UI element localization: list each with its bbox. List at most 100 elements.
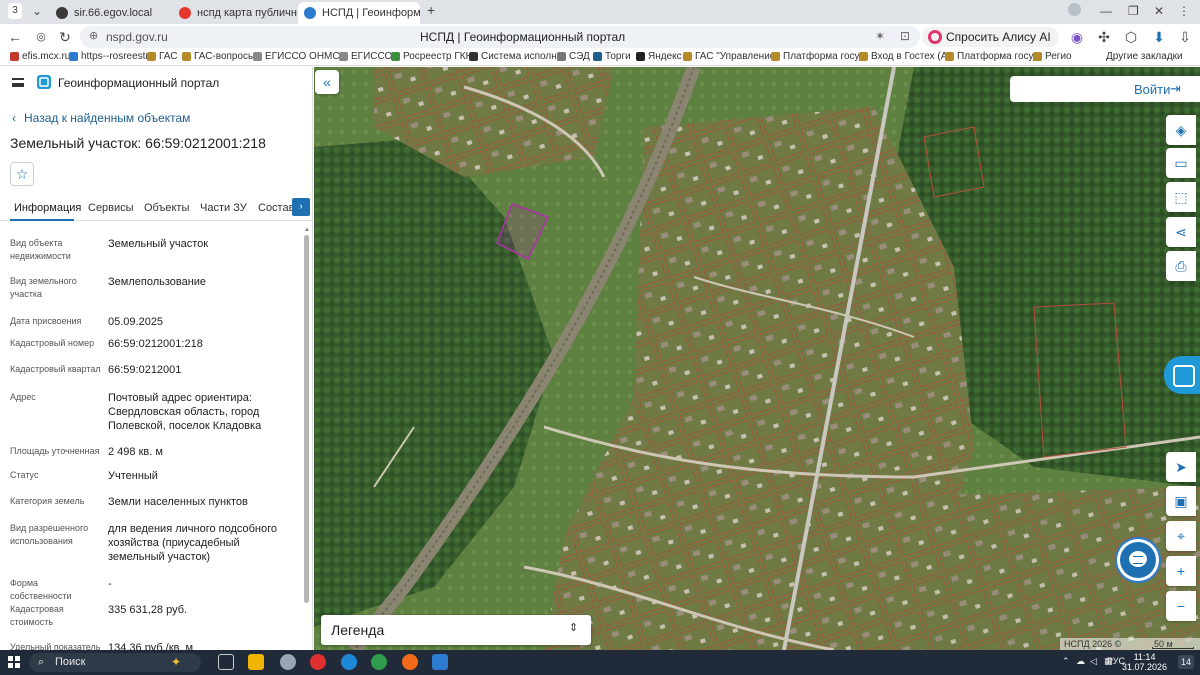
chat-assistant-button[interactable] — [1120, 542, 1156, 578]
legend-dropdown[interactable]: Легенда ⇕ — [321, 615, 591, 645]
mic-icon[interactable]: ✶ — [875, 29, 885, 43]
scale-line — [1152, 647, 1194, 649]
profile-icon[interactable] — [1068, 3, 1081, 16]
bookmark-favicon-icon — [636, 52, 645, 61]
property-label: Кадастровая стоимость — [10, 604, 64, 627]
extension-icon[interactable]: ◉ — [1068, 28, 1086, 46]
measure-button[interactable]: ▭ — [1166, 148, 1196, 178]
file-explorer-icon[interactable] — [248, 654, 264, 670]
system-clock[interactable]: 11:14 31.07.2026 — [1122, 652, 1167, 672]
bookmark-item[interactable]: efis.mcx.ru — [10, 51, 70, 62]
app-window-icon[interactable] — [432, 654, 448, 670]
bookmark-item[interactable]: Платформа госуд — [771, 51, 865, 62]
tab-services[interactable]: Сервисы — [88, 202, 134, 214]
tray-chevron-icon[interactable]: ⌃ — [1062, 656, 1070, 667]
bookmark-item[interactable]: https--rosreestr — [69, 51, 149, 62]
bookmark-item[interactable]: ГАС-вопросы — [182, 51, 255, 62]
panel-scrollbar[interactable] — [304, 235, 309, 603]
property-label: Вид объекта недвижимости — [10, 238, 71, 261]
bookmark-item[interactable]: ГАС "Управление — [683, 51, 775, 62]
bookmark-item[interactable]: Торги — [593, 51, 631, 62]
bookmark-icon[interactable]: ⊡ — [900, 29, 910, 43]
address-bar-row: ← ◎ ↻ ⊕ nspd.gov.ru НСПД | Геоинформацио… — [0, 24, 1200, 50]
tab-information[interactable]: Информация — [14, 202, 81, 214]
tab-title: НСПД | Геоинформацио — [322, 7, 420, 19]
tab-objects[interactable]: Объекты — [144, 202, 189, 214]
omnibox[interactable]: ⊕ nspd.gov.ru НСПД | Геоинформационный п… — [80, 26, 920, 48]
notifications-badge[interactable]: 14 — [1178, 655, 1194, 669]
tab-counter[interactable]: 3 — [8, 3, 22, 19]
yandex-browser-taskbar-icon[interactable] — [310, 654, 326, 670]
property-value: 05.09.2025 — [108, 316, 164, 328]
downloads-icon[interactable]: ⬇ — [1150, 28, 1168, 46]
extensions-puzzle-icon[interactable]: ✣ — [1095, 28, 1113, 46]
alisa-label: Спросить Алису AI — [946, 30, 1051, 44]
download-badge-icon[interactable]: ⇩ — [1176, 28, 1194, 46]
bookmark-item[interactable]: ЕГИССО ОНМСЗ — [253, 51, 346, 62]
share-button[interactable]: ⋖ — [1166, 217, 1196, 247]
basemap-button[interactable]: ▣ — [1166, 486, 1196, 516]
bookmark-item[interactable]: ГАС — [147, 51, 177, 62]
speaker-icon[interactable]: ◁ — [1090, 656, 1097, 667]
yandex-browser-icon[interactable]: ◎ — [32, 28, 50, 46]
tabs-scroll-right-icon[interactable]: › — [292, 198, 310, 216]
hamburger-menu-icon[interactable] — [12, 78, 24, 87]
cloud-icon[interactable]: ☁ — [1076, 656, 1085, 667]
print-button[interactable]: ⎙ — [1166, 251, 1196, 281]
parcel-title: Земельный участок: 66:59:0212001:218 — [10, 135, 266, 151]
taskbar-search[interactable]: ⌕ Поиск ✦ — [29, 653, 201, 672]
bookmark-item[interactable]: Росреестр ГКН — [391, 51, 473, 62]
new-tab-icon[interactable]: + — [427, 2, 435, 18]
bookmark-favicon-icon — [1033, 52, 1042, 61]
start-windows-icon[interactable] — [8, 656, 20, 668]
zoom-in-button[interactable]: + — [1166, 556, 1196, 586]
tab-parts[interactable]: Части ЗУ — [200, 202, 247, 214]
back-to-results-link[interactable]: ‹ Назад к найденным объектам — [12, 111, 190, 125]
bookmark-item[interactable]: Яндекс — [636, 51, 682, 62]
collapse-panel-button[interactable]: « — [315, 70, 339, 94]
bookmark-favicon-icon — [945, 52, 954, 61]
site-info-icon[interactable]: ⊕ — [89, 29, 98, 42]
bookmark-item[interactable]: СЭД — [557, 51, 590, 62]
bookmark-item[interactable]: Регио — [1033, 51, 1072, 62]
tab-composition[interactable]: Состав — [258, 202, 294, 214]
locate-button[interactable]: ➤ — [1166, 452, 1196, 482]
save-page-icon[interactable]: ⬡ — [1122, 28, 1140, 46]
firefox-icon[interactable] — [402, 654, 418, 670]
bookmark-item[interactable]: Платформа госуд — [945, 51, 1039, 62]
bookmark-favicon-icon — [339, 52, 348, 61]
app-icon[interactable] — [280, 654, 296, 670]
layers-button[interactable]: ◈ — [1166, 115, 1196, 145]
browser-tab-2[interactable]: нспд карта публичная кад — [173, 2, 297, 24]
geolocation-button[interactable]: ⌖ — [1166, 521, 1196, 551]
browser-tab-1[interactable]: sir.66.egov.local — [50, 2, 172, 24]
legend-label: Легенда — [331, 622, 385, 638]
satellite-imagery[interactable] — [314, 67, 1200, 650]
chrome-icon[interactable] — [371, 654, 387, 670]
zoom-out-button[interactable]: − — [1166, 591, 1196, 621]
login-button[interactable]: Войти ⇥ — [1010, 76, 1200, 102]
back-arrow-icon[interactable]: ← — [6, 28, 24, 46]
close-window-icon[interactable]: ✕ — [1154, 4, 1164, 18]
minimize-icon[interactable]: — — [1100, 4, 1112, 18]
edge-icon[interactable] — [341, 654, 357, 670]
property-label: Категория земель — [10, 496, 85, 506]
favorite-button[interactable]: ☆ — [10, 162, 34, 186]
bookmark-favicon-icon — [593, 52, 602, 61]
bookmark-item[interactable]: Вход в Гостех (Ау — [859, 51, 952, 62]
task-view-icon[interactable] — [218, 654, 234, 670]
bookmark-item[interactable]: ЕГИССО — [339, 51, 392, 62]
reload-icon[interactable]: ↻ — [56, 28, 74, 46]
bookmark-item[interactable]: Система исполне — [469, 51, 562, 62]
alisa-button[interactable]: Спросить Алису AI — [922, 27, 1059, 47]
other-bookmarks[interactable]: Другие закладки — [1106, 51, 1183, 62]
menu-icon[interactable]: ⋮ — [1178, 4, 1190, 18]
select-area-button[interactable]: ⬚ — [1166, 182, 1196, 212]
browser-tab-3[interactable]: НСПД | Геоинформацио ✕ — [298, 2, 420, 24]
tab-list-chevron-icon[interactable]: ⌄ — [32, 4, 42, 18]
nspd-side-logo-icon[interactable] — [1164, 356, 1200, 394]
map-view[interactable]: « Войти ⇥ ◈ ▭ ⬚ ⋖ ⎙ ➤ ▣ ⌖ + − Легенда ⇕ … — [314, 67, 1200, 650]
scroll-up-icon[interactable]: ▲ — [304, 227, 310, 233]
bookmarks-bar: efis.mcx.ru https--rosreestr ГАС ГАС-воп… — [0, 50, 1200, 66]
restore-icon[interactable]: ❐ — [1128, 4, 1139, 18]
